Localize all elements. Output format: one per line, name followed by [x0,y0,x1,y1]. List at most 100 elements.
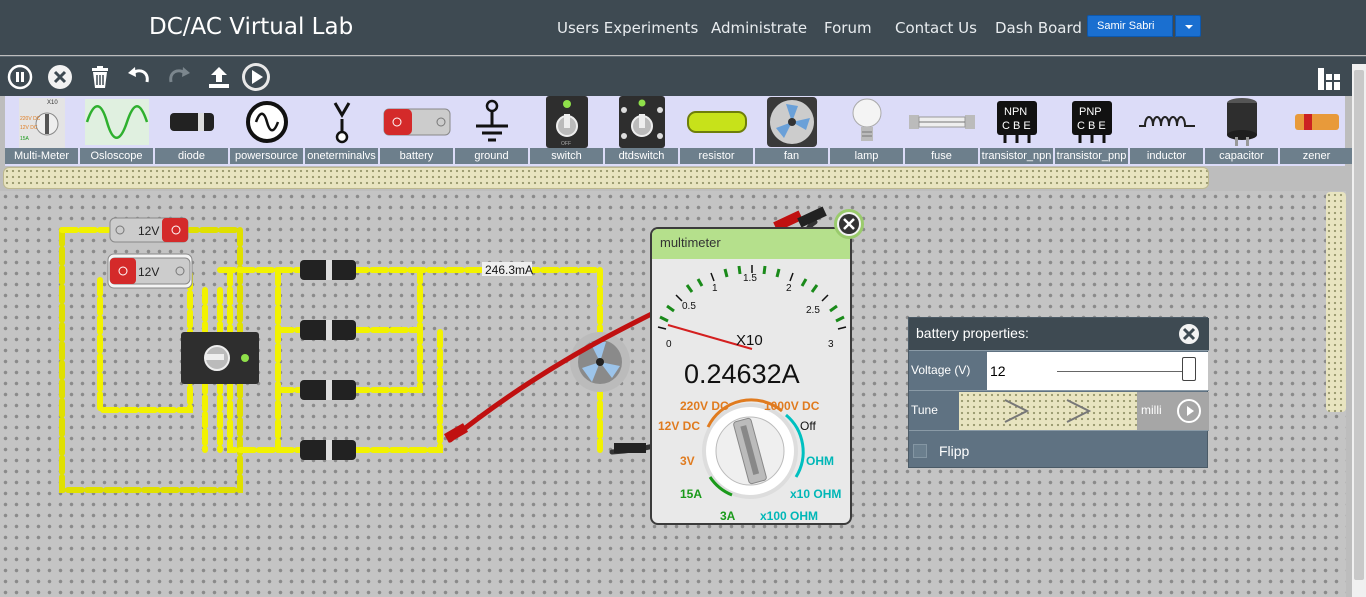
multimeter-icon-text: X10 [47,100,58,106]
palette-label: ground [455,148,528,164]
npn-pins-text: C B E [1002,120,1031,132]
ground-icon [455,96,528,148]
scale-tick: 2.5 [806,305,820,316]
multimeter-close-icon[interactable] [834,209,864,239]
mode-off[interactable]: Off [800,419,816,433]
palette-item-multimeter[interactable]: X10 220V DC 12V DC 15A Multi-Meter [5,96,78,166]
mode-12v-dc[interactable]: 12V DC [658,419,700,433]
scale-tick: 1 [712,283,718,294]
one-terminal-source-icon [305,96,378,148]
voltage-slider-track [1057,371,1189,372]
palette-item-transistor-pnp[interactable]: PNP C B E transistor_pnp [1055,96,1128,166]
brand-title[interactable]: DC/AC Virtual Lab [149,14,353,40]
palette-label: resistor [680,148,753,164]
pnp-pins-text: C B E [1077,120,1106,132]
multimeter-icon: X10 220V DC 12V DC 15A [5,96,78,148]
play-icon[interactable] [241,63,270,91]
multimeter-multiplier: X10 [736,332,763,349]
top-navbar: DC/AC Virtual Lab Users Experiments Admi… [0,0,1366,55]
unit-label: milli [1141,403,1162,417]
diode-icon [155,96,228,148]
flip-label: Flipp [939,443,970,459]
unit-selector[interactable]: milli [1137,392,1209,430]
mode-x10-ohm[interactable]: x10 OHM [790,487,841,501]
mode-3a[interactable]: 3A [720,509,735,523]
trash-icon[interactable] [87,64,113,90]
user-button[interactable]: Samir Sabri [1087,15,1173,37]
upload-icon[interactable] [206,64,232,90]
npn-text: NPN [1004,106,1027,118]
palette-label: Multi-Meter [5,148,78,164]
scale-tick: 1.5 [743,273,757,284]
palette-item-ground[interactable]: ground [455,96,528,166]
palette-item-inductor[interactable]: inductor [1130,96,1203,166]
ac-source-icon [230,96,303,148]
battery-properties-dialog: battery properties: Voltage (V) Tune mil… [908,317,1209,468]
dialog-title: battery properties: [916,325,1029,341]
layout-icon[interactable] [1316,66,1342,92]
switch-component [181,332,259,384]
palette-item-powersource[interactable]: powersource [230,96,303,166]
palette-item-switch[interactable]: OFF switch [530,96,603,166]
voltage-label: Voltage (V) [911,363,971,377]
mode-220v-dc[interactable]: 220V DC [680,399,729,413]
palette-item-oneterminalvs[interactable]: oneterminalvs [305,96,378,166]
mode-x100-ohm[interactable]: x100 OHM [760,509,818,523]
tune-control[interactable] [959,392,1137,430]
voltage-input[interactable] [987,352,1039,390]
dialog-close-icon[interactable] [1177,322,1201,346]
play-icon[interactable] [1177,399,1201,423]
undo-icon[interactable] [126,64,152,90]
user-dropdown-toggle[interactable] [1175,15,1201,37]
scrollbar-thumb[interactable] [1354,70,1364,580]
palette-item-diode[interactable]: diode [155,96,228,166]
npn-transistor-icon: NPN C B E [980,96,1053,148]
mode-1000v-dc[interactable]: 1000V DC [764,399,819,413]
palette-label: fan [755,148,828,164]
battery-icon [380,96,453,148]
pnp-text: PNP [1079,106,1102,118]
nav-dash-board[interactable]: Dash Board [995,19,1082,37]
right-power-rail-strip [1326,192,1346,412]
multimeter-panel[interactable]: multimeter 0 0.5 1 1.5 2 2.5 3 X10 0.246… [650,227,852,525]
palette-item-transistor-npn[interactable]: NPN C B E transistor_npn [980,96,1053,166]
palette-label: Osloscope [80,148,153,164]
palette-item-dtdswitch[interactable]: dtdswitch [605,96,678,166]
nav-administrate[interactable]: Administrate [711,19,807,37]
mode-ohm[interactable]: OHM [806,454,834,468]
palette-item-lamp[interactable]: lamp [830,96,903,166]
svg-text:220V DC: 220V DC [20,116,41,122]
close-icon[interactable] [47,64,73,90]
fuse-icon [905,96,978,148]
palette-label: dtdswitch [605,148,678,164]
oscilloscope-icon [80,96,153,148]
nav-contact-us[interactable]: Contact Us [895,19,977,37]
nav-users-experiments[interactable]: Users Experiments [557,19,698,37]
palette-item-capacitor[interactable]: capacitor [1205,96,1278,166]
battery-2: 12V [107,253,193,289]
redo-icon[interactable] [166,64,192,90]
nav-forum[interactable]: Forum [824,19,872,37]
scale-tick: 0 [666,339,672,350]
palette-label: lamp [830,148,903,164]
palette-item-fan[interactable]: fan [755,96,828,166]
flip-checkbox[interactable] [913,444,927,458]
palette-item-osloscope[interactable]: Osloscope [80,96,153,166]
tune-label: Tune [911,403,938,417]
svg-text:15A: 15A [20,136,30,142]
scale-tick: 0.5 [682,301,696,312]
mode-15a[interactable]: 15A [680,487,702,501]
battery-1: 12V [109,217,189,243]
mode-3v[interactable]: 3V [680,454,695,468]
palette-item-battery[interactable]: battery [380,96,453,166]
palette-item-resistor[interactable]: resistor [680,96,753,166]
pause-icon[interactable] [7,64,33,90]
svg-text:OFF: OFF [561,141,571,147]
lamp-icon [830,96,903,148]
palette-item-zener[interactable]: zener [1280,96,1353,166]
voltage-slider-thumb[interactable] [1182,357,1196,381]
palette-item-fuse[interactable]: fuse [905,96,978,166]
current-label: 246.3mA [485,263,533,277]
resistor-icon [680,96,753,148]
palette-label: capacitor [1205,148,1278,164]
